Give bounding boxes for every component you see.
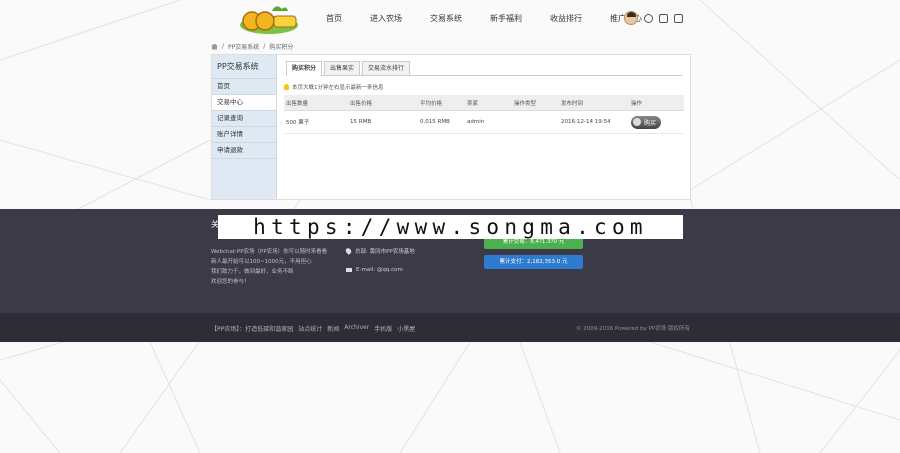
about-line: Webchat:PP农场（PP农场）你可以随时来看看 <box>211 249 328 255</box>
cell-type <box>512 110 559 134</box>
breadcrumb: / PP交易系统 / 购买积分 <box>211 42 293 51</box>
sidebar-item-account[interactable]: 账户详情 <box>212 127 276 143</box>
footer-link-site[interactable]: 【PP农场】：打造低碳和谐家园 <box>211 324 293 333</box>
tab-sell-fruit[interactable]: 出售果实 <box>324 61 361 75</box>
about-line: 我们致力于，做到最好，业务不断 <box>211 269 294 275</box>
cell-seller: admin <box>465 110 512 134</box>
notice-text: 本页大概1分钟左右显示最新一条信息 <box>292 85 384 91</box>
col-time: 发布时间 <box>559 95 629 111</box>
trade-table: 出售数量 出售价格 平均价格 卖家 操作类型 发布时间 操作 500 果子 15… <box>284 95 684 134</box>
nav-trade-system[interactable]: 交易系统 <box>430 13 462 24</box>
trade-panel: PP交易系统 首页 交易中心 记录查询 账户详情 申请退款 购买积分 出售果实 … <box>211 54 691 200</box>
footer-link-mobile[interactable]: 手机版 <box>374 324 392 333</box>
buy-button-label: 购买 <box>644 119 657 127</box>
sidebar-title: PP交易系统 <box>212 55 276 79</box>
location-icon <box>344 247 353 255</box>
table-header-row: 出售数量 出售价格 平均价格 卖家 操作类型 发布时间 操作 <box>284 95 684 111</box>
site-header: 首页 进入农场 交易系统 新手福利 收益排行 推广中心 <box>0 0 900 38</box>
col-action: 操作 <box>629 95 684 111</box>
total-paid-button[interactable]: 累计支付：2,182,353.0 元 <box>484 255 583 269</box>
lightbulb-icon <box>284 84 289 90</box>
copyright: © 2009-2016 Powered by PP农场 版权所有 <box>576 326 690 332</box>
col-quantity: 出售数量 <box>284 95 348 111</box>
col-price: 出售价格 <box>348 95 418 111</box>
sidebar-item-home[interactable]: 首页 <box>212 79 276 95</box>
table-row: 500 果子 15 RMB 0.015 RMB admin 2016-12-14… <box>284 110 684 134</box>
notification-icon[interactable] <box>644 13 653 23</box>
cell-time: 2016-12-14 19:54 <box>559 110 629 134</box>
cell-quantity: 500 果子 <box>284 110 348 134</box>
document-icon[interactable] <box>659 13 668 23</box>
email-text[interactable]: E-mail: @qq.com <box>356 267 403 273</box>
footer-about: Webchat:PP农场（PP农场）你可以随时来看看 新人最开始可以100~10… <box>211 247 336 287</box>
home-icon[interactable] <box>211 43 218 50</box>
sidebar: PP交易系统 首页 交易中心 记录查询 账户详情 申请退款 <box>212 55 277 199</box>
sidebar-item-refund[interactable]: 申请退款 <box>212 143 276 159</box>
cell-price: 15 RMB <box>348 110 418 134</box>
buy-button[interactable]: 购买 <box>631 115 661 129</box>
notice: 本页大概1分钟左右显示最新一条信息 <box>284 83 384 91</box>
header-user-tools <box>624 11 683 25</box>
address-text: 总部: 黄冈市PP农场基地 <box>355 249 415 255</box>
footer-link-news[interactable]: 新闻 <box>327 324 339 333</box>
footer-link-darkroom[interactable]: 小黑屋 <box>397 324 415 333</box>
mail-icon <box>346 268 352 272</box>
tab-trade-ranking[interactable]: 交易流水排行 <box>362 61 411 75</box>
col-average: 平均价格 <box>418 95 465 111</box>
cell-average: 0.015 RMB <box>418 110 465 134</box>
about-line: 欢迎您的参与！ <box>211 279 250 285</box>
cart-icon <box>633 118 641 126</box>
cell-action: 购买 <box>629 110 684 134</box>
footer-links: 【PP农场】：打造低碳和谐家园 站点统计 新闻 Archiver 手机版 小黑屋 <box>211 324 415 333</box>
tab-buy-points[interactable]: 购买积分 <box>286 61 323 76</box>
breadcrumb-current: 购买积分 <box>269 44 294 51</box>
footer-link-archiver[interactable]: Archiver <box>344 324 369 333</box>
footer-bottom-bar <box>0 313 900 342</box>
footer-link-stats[interactable]: 站点统计 <box>298 324 322 333</box>
sidebar-item-trade-center[interactable]: 交易中心 <box>212 95 276 111</box>
footer-contact: 总部: 黄冈市PP农场基地 E-mail: @qq.com <box>344 246 415 284</box>
avatar[interactable] <box>624 11 638 25</box>
main-nav: 首页 进入农场 交易系统 新手福利 收益排行 推广中心 <box>326 13 670 24</box>
logout-icon[interactable] <box>674 13 683 23</box>
nav-earnings-ranking[interactable]: 收益排行 <box>550 13 582 24</box>
col-type: 操作类型 <box>512 95 559 111</box>
tab-bar: 购买积分 出售果实 交易流水排行 <box>286 61 682 76</box>
watermark-banner: https://www.songma.com <box>218 215 683 239</box>
nav-enter-farm[interactable]: 进入农场 <box>370 13 402 24</box>
sidebar-item-records[interactable]: 记录查询 <box>212 111 276 127</box>
col-seller: 卖家 <box>465 95 512 111</box>
site-logo[interactable] <box>238 3 300 35</box>
nav-newbie-benefits[interactable]: 新手福利 <box>490 13 522 24</box>
breadcrumb-trade-system[interactable]: PP交易系统 <box>228 42 259 51</box>
nav-home[interactable]: 首页 <box>326 13 342 24</box>
about-line: 新人最开始可以100~1000元，不用担心 <box>211 259 312 265</box>
